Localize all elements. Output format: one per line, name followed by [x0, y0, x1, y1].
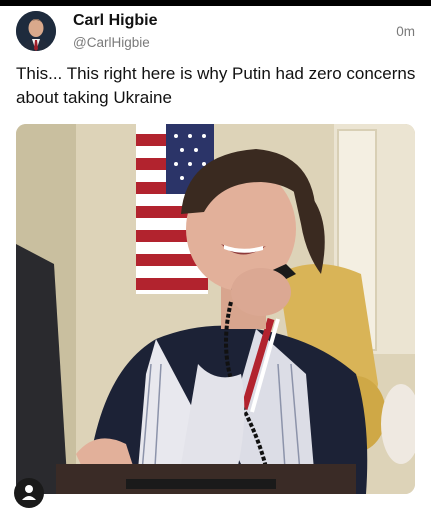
- account-icon[interactable]: [14, 478, 44, 508]
- post-timestamp: 0m: [396, 24, 415, 39]
- top-bar: [0, 0, 431, 6]
- post-text: This... This right here is why Putin had…: [16, 64, 416, 107]
- media-image: [16, 124, 415, 494]
- post-media[interactable]: [16, 124, 415, 494]
- author-name[interactable]: Carl Higbie: [73, 12, 157, 30]
- account-glyph: [22, 485, 36, 500]
- avatar-image: [16, 11, 56, 51]
- author-handle[interactable]: @CarlHigbie: [73, 35, 150, 50]
- author-avatar[interactable]: [16, 11, 56, 51]
